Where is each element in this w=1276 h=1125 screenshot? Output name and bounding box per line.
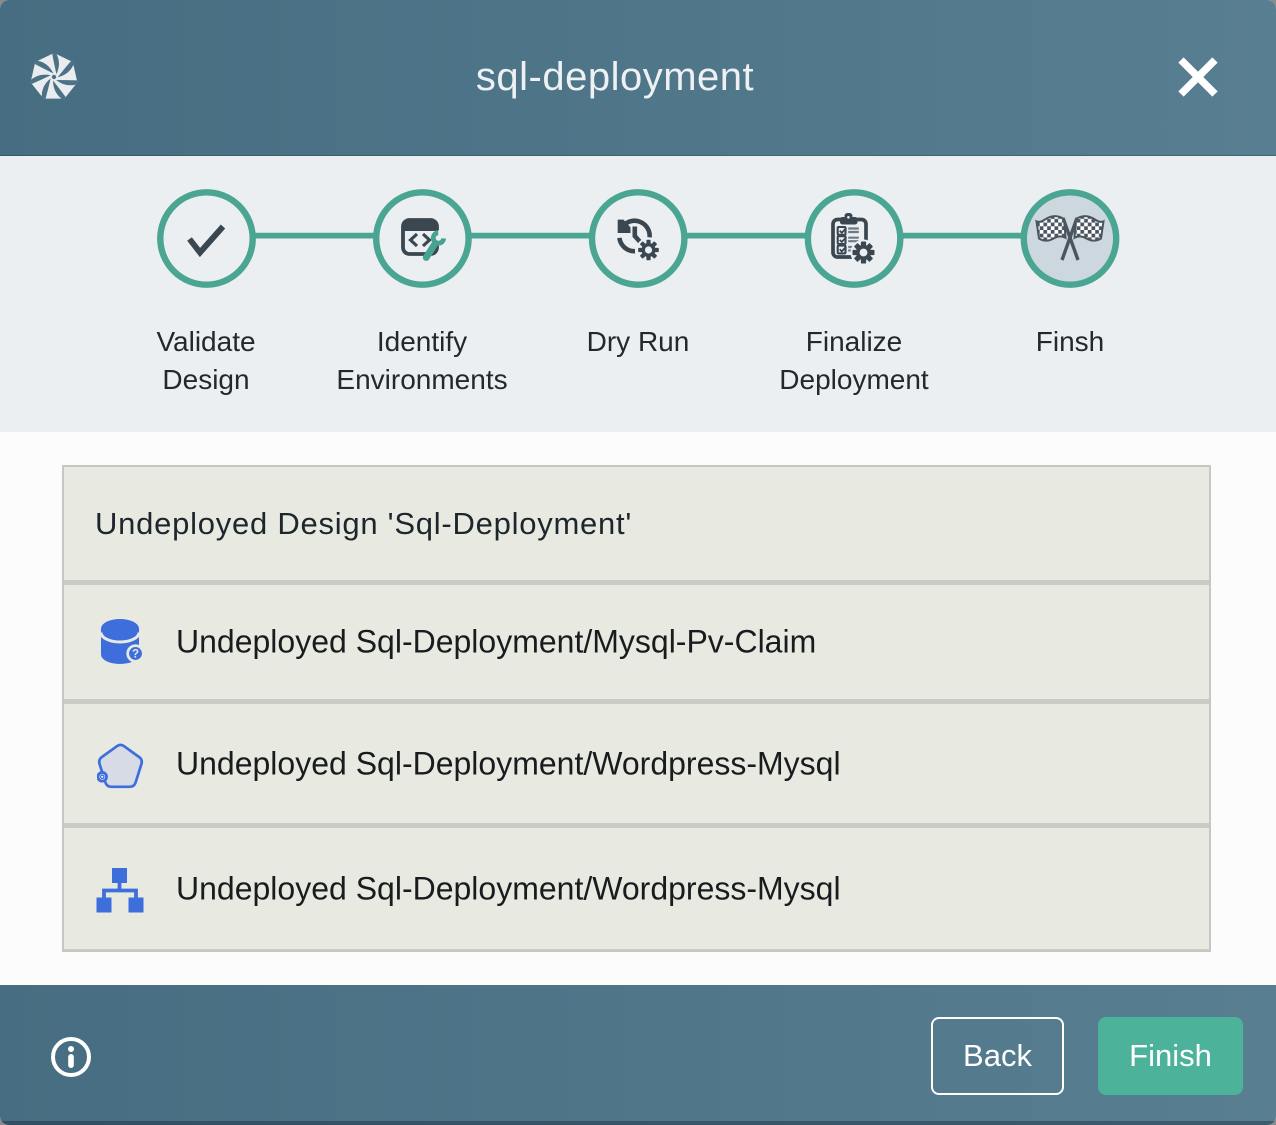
svg-text:?: ? (132, 649, 139, 661)
